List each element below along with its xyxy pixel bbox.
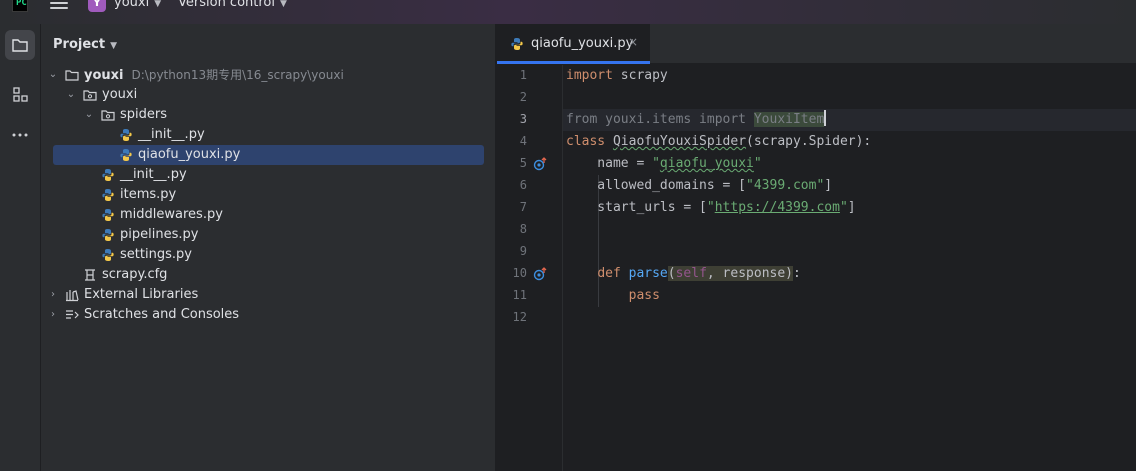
scratches-icon xyxy=(66,310,79,319)
tree-item-root[interactable]: ⌄ youxi D:\python13期专用\16_scrapy\youxi xyxy=(41,65,481,85)
folder-icon xyxy=(65,70,79,81)
code-line: name = "qiaofu_youxi" xyxy=(566,156,762,171)
line-number: 3 xyxy=(519,112,527,126)
tree-item-label: youxi xyxy=(102,87,138,102)
expand-arrow-icon[interactable]: ⌄ xyxy=(47,65,59,85)
python-file-icon xyxy=(102,249,114,261)
python-file-icon xyxy=(102,189,114,201)
line-number-gutter: 1 2 3 4 5 6 7 8 9 10 11 12 xyxy=(497,65,563,471)
folder-icon xyxy=(12,39,28,52)
project-badge[interactable]: Y xyxy=(88,0,106,12)
python-file-icon xyxy=(102,209,114,221)
line-number: 9 xyxy=(519,244,527,258)
line-number: 10 xyxy=(512,266,527,280)
close-icon[interactable]: × xyxy=(628,35,638,49)
project-switcher[interactable]: youxi ▼ xyxy=(114,0,161,10)
package-icon xyxy=(83,90,97,101)
code-line: def parse(self, response): xyxy=(597,266,801,281)
tree-item-label: __init__.py xyxy=(120,167,187,182)
tree-item-package[interactable]: ⌄ youxi xyxy=(41,85,481,105)
line-number: 5 xyxy=(519,156,527,170)
line-number: 6 xyxy=(519,178,527,192)
tree-item-label: Scratches and Consoles xyxy=(84,307,240,322)
line-number: 11 xyxy=(512,288,527,302)
tree-item-label: middlewares.py xyxy=(120,207,223,222)
library-icon xyxy=(66,290,79,302)
main-menu-icon[interactable] xyxy=(50,0,68,10)
tree-item-file[interactable]: scrapy.cfg xyxy=(41,265,481,285)
code-line: pass xyxy=(628,288,660,303)
line-number: 12 xyxy=(512,310,527,324)
chevron-down-icon: ▼ xyxy=(280,0,287,9)
tree-item-external-libraries[interactable]: › External Libraries xyxy=(41,285,481,305)
python-file-icon xyxy=(120,129,132,141)
tree-item-file-selected[interactable]: qiaofu_youxi.py xyxy=(53,145,484,165)
expand-arrow-icon[interactable]: ⌄ xyxy=(65,85,77,105)
root-name: youxi xyxy=(84,68,124,83)
project-tool-button[interactable] xyxy=(5,30,35,60)
tree-item-package[interactable]: ⌄ spiders xyxy=(41,105,481,125)
override-marker-icon[interactable] xyxy=(533,267,547,281)
config-file-icon xyxy=(85,269,95,281)
project-name: youxi xyxy=(114,0,150,10)
editor-tab-bar: qiaofu_youxi.py × xyxy=(497,24,1136,64)
line-number: 4 xyxy=(519,134,527,148)
tree-item-file[interactable]: items.py xyxy=(41,185,481,205)
pycharm-logo-icon[interactable]: PC xyxy=(12,0,28,12)
version-control-menu[interactable]: Version control ▼ xyxy=(178,0,287,10)
tree-item-label: settings.py xyxy=(120,247,192,262)
text-cursor xyxy=(824,110,827,126)
title-bar: PC Y youxi ▼ Version control ▼ xyxy=(0,0,1136,24)
tree-item-file[interactable]: __init__.py xyxy=(41,165,481,185)
line-number: 7 xyxy=(519,200,527,214)
python-file-icon xyxy=(511,38,523,50)
chevron-down-icon: ▼ xyxy=(154,0,162,9)
tree-item-file[interactable]: settings.py xyxy=(41,245,481,265)
structure-icon xyxy=(13,87,28,102)
tab-label: qiaofu_youxi.py xyxy=(531,36,634,51)
structure-tool-button[interactable] xyxy=(5,80,35,110)
code-line: allowed_domains = ["4399.com"] xyxy=(566,178,833,193)
package-icon xyxy=(101,110,115,121)
version-control-label: Version control xyxy=(178,0,275,10)
chevron-down-icon: ▼ xyxy=(110,41,117,51)
code-editor[interactable]: import scrapy from youxi.items import Yo… xyxy=(563,65,1136,471)
line-number: 8 xyxy=(519,222,527,236)
project-panel-header[interactable]: Project ▼ xyxy=(53,37,117,52)
root-path: D:\python13期专用\16_scrapy\youxi xyxy=(131,68,344,82)
more-tools-button[interactable] xyxy=(5,120,35,150)
tree-item-label: scrapy.cfg xyxy=(102,267,168,282)
tree-item-label: qiaofu_youxi.py xyxy=(138,147,241,162)
tool-window-strip xyxy=(0,24,41,471)
tree-item-label: items.py xyxy=(120,187,177,202)
tree-item-file[interactable]: middlewares.py xyxy=(41,205,481,225)
panel-title: Project xyxy=(53,37,106,52)
tree-item-label: External Libraries xyxy=(84,287,199,302)
python-file-icon xyxy=(102,229,114,241)
tree-item-label: spiders xyxy=(120,107,168,122)
project-panel: Project ▼ ⌄ youxi D:\python13期专用\16_scrapy… xyxy=(41,24,496,471)
python-file-icon xyxy=(102,169,114,181)
code-line: from youxi.items import YouxiItem xyxy=(566,110,827,127)
logo-text: PC xyxy=(16,0,27,8)
expand-arrow-icon[interactable]: ⌄ xyxy=(83,105,95,125)
more-icon xyxy=(12,133,28,137)
python-file-icon xyxy=(120,149,132,161)
chevron-right-icon[interactable]: › xyxy=(47,305,59,325)
editor: qiaofu_youxi.py × 1 2 3 4 5 6 7 8 9 10 1… xyxy=(497,24,1136,471)
tree-item-scratches[interactable]: › Scratches and Consoles xyxy=(41,305,481,325)
override-marker-icon[interactable] xyxy=(533,157,547,171)
code-line: class QiaofuYouxiSpider(scrapy.Spider): xyxy=(566,134,872,149)
tree-item-label: pipelines.py xyxy=(120,227,199,242)
line-number: 2 xyxy=(519,90,527,104)
line-number: 1 xyxy=(519,68,527,82)
tree-item-label: __init__.py xyxy=(138,127,205,142)
code-line: import scrapy xyxy=(566,68,668,83)
tree-item-file[interactable]: __init__.py xyxy=(41,125,481,145)
tree-item-file[interactable]: pipelines.py xyxy=(41,225,481,245)
active-tab-indicator xyxy=(497,61,650,64)
chevron-right-icon[interactable]: › xyxy=(47,285,59,305)
editor-tab[interactable]: qiaofu_youxi.py × xyxy=(497,24,650,64)
code-line: start_urls = ["https://4399.com"] xyxy=(566,200,856,215)
